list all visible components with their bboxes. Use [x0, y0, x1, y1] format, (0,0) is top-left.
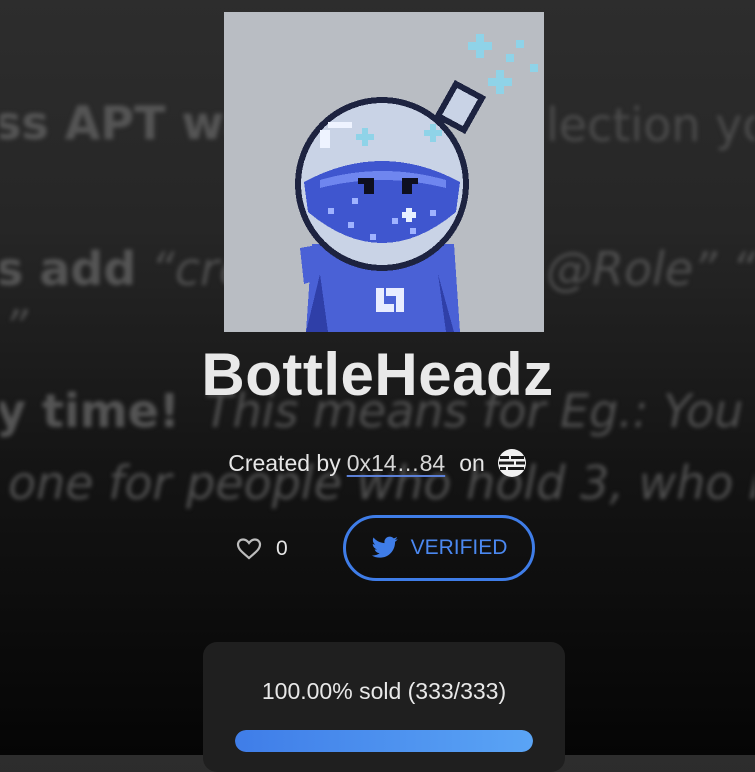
twitter-bird-icon	[371, 536, 399, 560]
creator-address-link[interactable]: 0x14…84	[347, 450, 445, 477]
collection-image	[224, 12, 544, 332]
bg-text-2c: @Role” “m	[546, 242, 755, 296]
creator-row: Created by 0x14…84 on	[0, 448, 755, 478]
verified-label: VERIFIED	[411, 536, 508, 560]
likes-count: 0	[276, 537, 288, 561]
created-by-label: Created by	[228, 450, 341, 477]
sold-status-text: 100.00% sold (333/333)	[203, 678, 565, 705]
collection-title: BottleHeadz	[0, 340, 755, 409]
bg-text-2a: s add	[0, 242, 136, 296]
like-button[interactable]: 0	[236, 537, 288, 561]
on-label: on	[459, 450, 485, 477]
bg-text-1: ss APT wa	[0, 96, 255, 150]
bg-text-1b: lection yo	[546, 98, 755, 152]
mint-progress-fill	[235, 730, 533, 752]
mint-progress-bar	[235, 730, 533, 752]
aptos-logo-icon[interactable]	[497, 448, 527, 478]
bottle-head-character-icon	[224, 12, 544, 332]
heart-icon[interactable]	[236, 537, 262, 561]
verified-twitter-button[interactable]: VERIFIED	[343, 515, 535, 581]
mint-progress-card: 100.00% sold (333/333)	[203, 642, 565, 772]
